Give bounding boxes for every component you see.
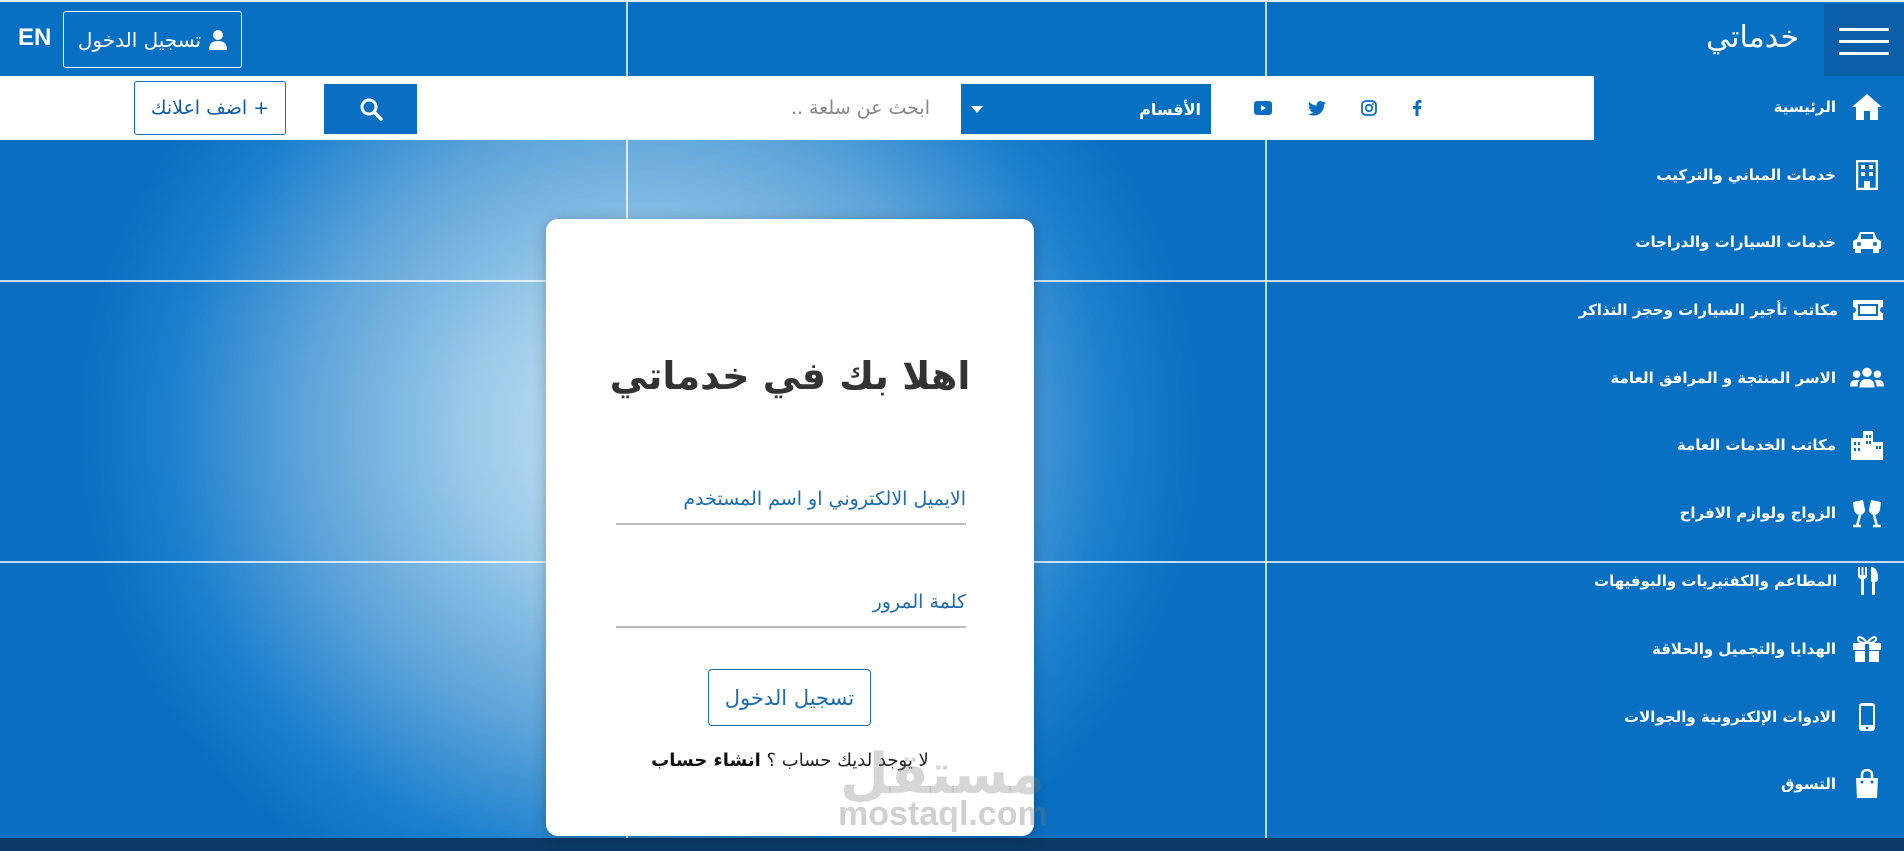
sidebar-item-label: خدمات المباني والتركيب (1656, 166, 1836, 184)
menu-bar-icon (1839, 27, 1889, 31)
menu-bar-icon (1839, 51, 1889, 55)
signup-link[interactable]: انشاء حساب (651, 750, 761, 771)
sidebar-item-families[interactable]: الاسر المنتجة و المرافق العامة (1594, 350, 1904, 406)
glasses-icon (1850, 496, 1884, 530)
grid-divider (626, 2, 628, 78)
sidebar-item-weddings[interactable]: الزواج ولوازم الافراح (1594, 485, 1904, 541)
sidebar-item-rentals[interactable]: مكاتب تأجير السيارات وحجز التذاكر (1579, 282, 1904, 338)
sidebar-item-label: الزواج ولوازم الافراح (1679, 504, 1836, 522)
shopping-bag-icon (1850, 767, 1884, 801)
sidebar-item-buildings[interactable]: خدمات المباني والتركيب (1594, 147, 1904, 203)
category-label: الأقسام (1139, 99, 1201, 119)
watermark-latin: mostaql.com (838, 795, 1048, 833)
sidebar-item-public-offices[interactable]: مكاتب الخدمات العامة (1594, 417, 1904, 473)
sidebar-item-home[interactable]: الرئيسية (1594, 79, 1904, 135)
email-field[interactable] (616, 481, 966, 525)
hamburger-menu-button[interactable] (1824, 4, 1904, 78)
building-icon (1850, 158, 1884, 192)
car-icon (1850, 225, 1884, 259)
sidebar-item-label: مكاتب تأجير السيارات وحجز التذاكر (1578, 301, 1838, 319)
sidebar-item-label: مكاتب الخدمات العامة (1676, 436, 1836, 454)
chevron-down-icon (971, 105, 983, 113)
header-login-label: تسجيل الدخول (77, 27, 202, 52)
grid-divider (1265, 2, 1267, 78)
add-ad-button[interactable]: + اضف اعلانك (134, 81, 286, 135)
header-login-button[interactable]: تسجيل الدخول (63, 11, 242, 68)
login-submit-button[interactable]: تسجيل الدخول (708, 669, 871, 726)
language-switch[interactable]: EN (18, 24, 51, 52)
sidebar-item-label: خدمات السيارات والدراجات (1635, 233, 1836, 251)
youtube-icon[interactable] (1251, 96, 1275, 120)
sidebar-item-electronics[interactable]: الادوات الإلكترونية والجوالات (1594, 689, 1904, 745)
users-icon (1850, 361, 1884, 395)
search-icon (360, 98, 383, 121)
home-icon (1850, 90, 1884, 124)
sidebar-item-label: الرئيسية (1773, 98, 1836, 116)
password-field[interactable] (616, 584, 966, 628)
sidebar-item-label: التسوق (1781, 775, 1836, 793)
facebook-icon[interactable] (1405, 96, 1429, 120)
search-input[interactable] (700, 86, 930, 130)
city-icon (1850, 428, 1884, 462)
menu-bar-icon (1839, 39, 1889, 43)
sidebar-item-label: الادوات الإلكترونية والجوالات (1624, 708, 1836, 726)
user-icon (209, 29, 228, 50)
footer-strip (0, 838, 1904, 851)
categories-sidebar: الرئيسية خدمات المباني والتركيب خدمات ال… (1579, 76, 1904, 838)
search-bar: + اضف اعلانك الأقسام (0, 76, 1594, 140)
mobile-icon (1850, 700, 1884, 734)
twitter-icon[interactable] (1305, 96, 1329, 120)
utensils-icon (1851, 564, 1884, 598)
ticket-icon (1852, 293, 1884, 327)
category-select[interactable]: الأقسام (961, 84, 1211, 134)
sidebar-item-cars[interactable]: خدمات السيارات والدراجات (1594, 214, 1904, 270)
sidebar-item-label: المطاعم والكفتيريات والبوفيهات (1594, 572, 1838, 590)
top-navbar: خدماتي EN تسجيل الدخول (0, 0, 1904, 78)
instagram-icon[interactable] (1357, 96, 1381, 120)
site-brand[interactable]: خدماتي (1706, 20, 1799, 55)
welcome-title: اهلا بك في خدماتي (609, 354, 971, 398)
gift-icon (1850, 632, 1884, 666)
sidebar-item-label: الهدايا والتجميل والحلاقة (1651, 640, 1836, 658)
search-button[interactable] (324, 84, 417, 134)
sidebar-item-shopping[interactable]: التسوق (1594, 756, 1904, 812)
sidebar-item-restaurants[interactable]: المطاعم والكفتيريات والبوفيهات (1594, 553, 1904, 609)
sidebar-item-label: الاسر المنتجة و المرافق العامة (1610, 369, 1837, 387)
sidebar-item-gifts[interactable]: الهدايا والتجميل والحلاقة (1594, 621, 1904, 677)
